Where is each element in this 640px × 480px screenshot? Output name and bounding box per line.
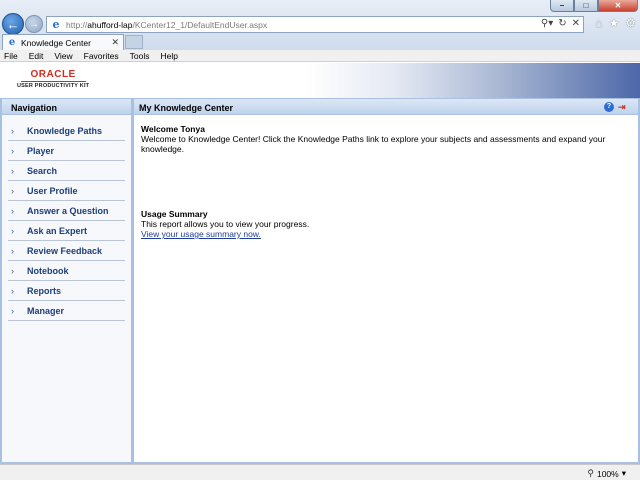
url-host: ahufford-lap xyxy=(87,19,133,30)
toolbar-icons: ⌂ ★ ⚙ xyxy=(595,16,636,30)
new-tab-button[interactable] xyxy=(125,35,143,49)
address-tools: ⚲▾ ↻ ✕ xyxy=(541,18,580,29)
nav-item-notebook[interactable]: › Notebook xyxy=(8,261,125,281)
nav-item-ask-an-expert[interactable]: › Ask an Expert xyxy=(8,221,125,241)
url-prefix: http:// xyxy=(66,19,88,30)
exit-icon[interactable]: ⇥ xyxy=(618,102,628,112)
usage-summary-link[interactable]: View your usage summary now. xyxy=(141,229,261,239)
nav-item-player[interactable]: › Player xyxy=(8,141,125,161)
chevron-right-icon: › xyxy=(11,125,14,136)
zoom-control[interactable]: ⚲ 100% ▾ xyxy=(587,468,626,479)
chevron-right-icon: › xyxy=(11,145,14,156)
menu-bar: File Edit View Favorites Tools Help xyxy=(0,50,640,62)
nav-item-review-feedback[interactable]: › Review Feedback xyxy=(8,241,125,261)
browser-chrome: – □ ✕ ← → e http://ahufford-lap/KCenter1… xyxy=(0,0,640,50)
chevron-right-icon: › xyxy=(11,245,14,256)
welcome-heading: Welcome Tonya xyxy=(141,124,205,134)
nav-item-reports[interactable]: › Reports xyxy=(8,281,125,301)
back-arrow-icon: ← xyxy=(6,16,20,32)
nav-item-label: Review Feedback xyxy=(27,245,103,256)
tab-title: Knowledge Center xyxy=(21,37,91,48)
logo-product: USER PRODUCTIVITY KIT xyxy=(17,83,90,89)
search-icon[interactable]: ⚲▾ xyxy=(541,18,553,29)
navigation-title: Navigation xyxy=(2,98,131,115)
nav-item-label: Manager xyxy=(27,305,65,316)
logo-brand: ORACLE xyxy=(20,69,86,82)
tab-ie-icon: e xyxy=(8,36,16,48)
chevron-right-icon: › xyxy=(11,225,14,236)
chevron-right-icon: › xyxy=(11,305,14,316)
nav-item-label: Knowledge Paths xyxy=(27,125,103,136)
maximize-button[interactable]: □ xyxy=(574,0,598,12)
nav-item-label: Reports xyxy=(27,285,62,296)
nav-item-label: Search xyxy=(27,165,58,176)
refresh-icon[interactable]: ↻ xyxy=(558,18,566,29)
usage-text: This report allows you to view your prog… xyxy=(141,219,310,229)
title-icons: ? ⇥ xyxy=(604,102,628,112)
url-path: /KCenter12_1/DefaultEndUser.aspx xyxy=(132,19,268,30)
chevron-right-icon: › xyxy=(11,185,14,196)
help-icon[interactable]: ? xyxy=(604,102,614,112)
minimize-button[interactable]: – xyxy=(550,0,574,12)
nav-item-search[interactable]: › Search xyxy=(8,161,125,181)
menu-view[interactable]: View xyxy=(54,51,72,61)
page-title: My Knowledge Center xyxy=(139,103,234,113)
close-window-button[interactable]: ✕ xyxy=(598,0,638,12)
usage-summary-section: Usage Summary This report allows you to … xyxy=(141,209,638,239)
oracle-upk-logo: ORACLE USER PRODUCTIVITY KIT xyxy=(17,69,89,89)
star-icon[interactable]: ★ xyxy=(608,16,619,30)
nav-item-label: Player xyxy=(27,145,55,156)
browser-tab[interactable]: e Knowledge Center ✕ xyxy=(2,34,124,50)
main-panel: My Knowledge Center ? ⇥ Welcome Tonya We… xyxy=(133,98,640,464)
menu-tools[interactable]: Tools xyxy=(130,51,150,61)
menu-help[interactable]: Help xyxy=(160,51,177,61)
chevron-right-icon: › xyxy=(11,205,14,216)
chevron-right-icon: › xyxy=(11,265,14,276)
window-controls: – □ ✕ xyxy=(550,0,638,12)
nav-item-answer-a-question[interactable]: › Answer a Question xyxy=(8,201,125,221)
nav-item-label: User Profile xyxy=(27,185,78,196)
nav-item-user-profile[interactable]: › User Profile xyxy=(8,181,125,201)
usage-heading: Usage Summary xyxy=(141,209,208,219)
nav-item-label: Ask an Expert xyxy=(27,225,88,236)
status-bar: ⚲ 100% ▾ xyxy=(0,464,640,480)
back-button[interactable]: ← xyxy=(2,13,24,35)
menu-favorites[interactable]: Favorites xyxy=(84,51,119,61)
address-bar[interactable]: e http://ahufford-lap/KCenter12_1/Defaul… xyxy=(46,16,584,33)
stop-icon[interactable]: ✕ xyxy=(572,18,580,29)
close-tab-icon[interactable]: ✕ xyxy=(111,37,119,48)
welcome-text: Welcome to Knowledge Center! Click the K… xyxy=(141,134,606,154)
nav-item-knowledge-paths[interactable]: › Knowledge Paths xyxy=(8,121,125,141)
nav-item-label: Answer a Question xyxy=(27,205,109,216)
nav-item-manager[interactable]: › Manager xyxy=(8,301,125,321)
home-icon[interactable]: ⌂ xyxy=(595,16,602,30)
forward-button[interactable]: → xyxy=(25,15,43,33)
forward-arrow-icon: → xyxy=(29,18,39,30)
navigation-list: › Knowledge Paths › Player › Search › User P… xyxy=(2,115,131,321)
main-title-bar: My Knowledge Center ? ⇥ xyxy=(134,98,638,115)
zoom-dropdown-icon[interactable]: ▾ xyxy=(622,468,626,479)
chevron-right-icon: › xyxy=(11,165,14,176)
page-header: ORACLE USER PRODUCTIVITY KIT xyxy=(0,63,640,98)
nav-item-label: Notebook xyxy=(27,265,69,276)
chevron-right-icon: › xyxy=(11,285,14,296)
main-content: Welcome Tonya Welcome to Knowledge Cente… xyxy=(134,115,638,239)
ie-icon: e xyxy=(52,17,60,31)
gear-icon[interactable]: ⚙ xyxy=(625,16,636,30)
menu-file[interactable]: File xyxy=(4,51,18,61)
url-text[interactable]: http://ahufford-lap/KCenter12_1/DefaultE… xyxy=(66,20,267,30)
zoom-icon: ⚲ xyxy=(587,468,594,478)
navigation-panel: Navigation › Knowledge Paths › Player › Sea… xyxy=(0,98,133,464)
menu-edit[interactable]: Edit xyxy=(29,51,44,61)
zoom-level: 100% xyxy=(596,468,619,479)
